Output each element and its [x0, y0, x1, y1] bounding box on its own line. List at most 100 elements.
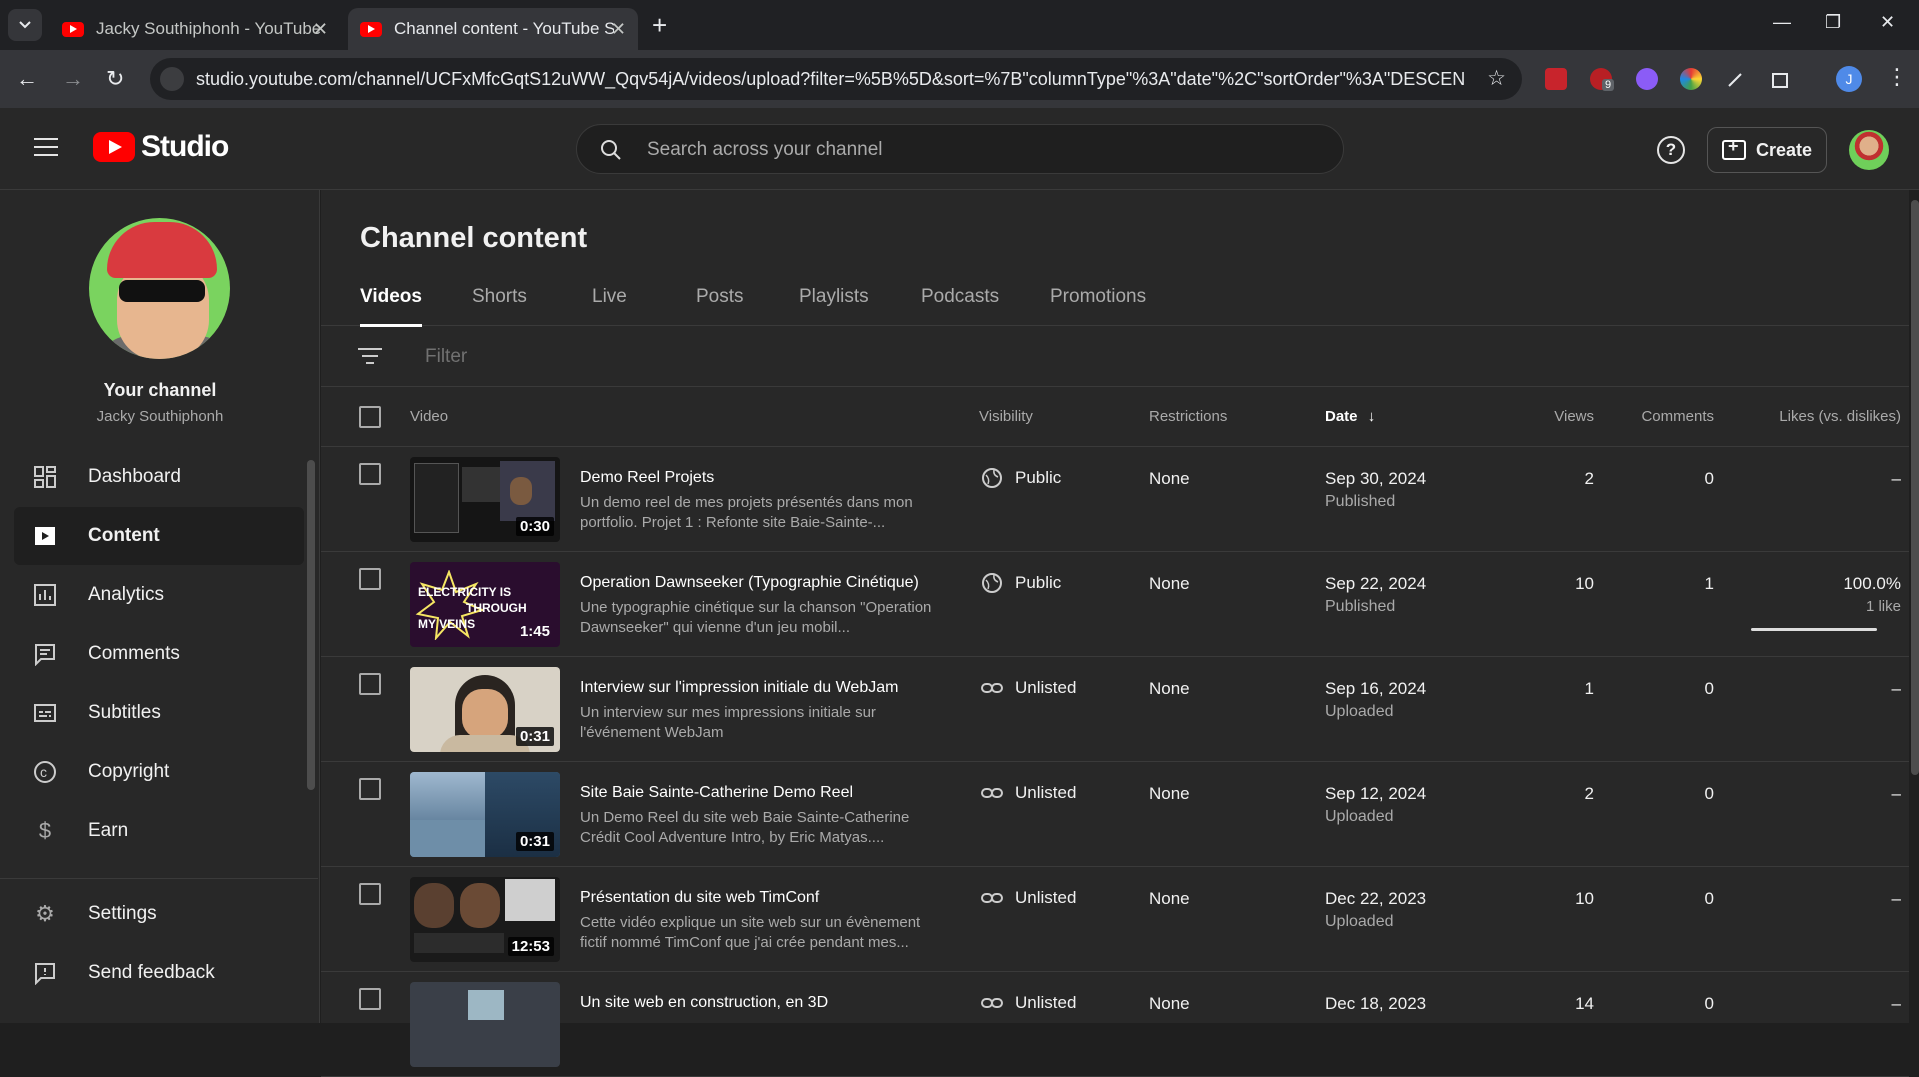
tab-title: Jacky Southiphonh - YouTube [96, 19, 322, 38]
channel-avatar[interactable] [89, 218, 230, 359]
tab-posts[interactable]: Posts [696, 286, 744, 308]
search-bar[interactable] [576, 124, 1344, 174]
status-cell: Published [1325, 493, 1396, 510]
minimize-button[interactable]: — [1773, 12, 1791, 33]
sidebar-item-subtitles[interactable]: Subtitles [14, 684, 304, 742]
extension-icon[interactable]: 9 [1590, 68, 1615, 91]
sidebar-scrollbar[interactable] [307, 460, 315, 790]
video-title[interactable]: Un site web en construction, en 3D [580, 994, 828, 1012]
column-likes[interactable]: Likes (vs. dislikes) [1741, 408, 1901, 425]
video-thumbnail[interactable]: 12:53 [410, 877, 560, 962]
video-thumbnail[interactable]: 0:30 [410, 457, 560, 542]
video-thumbnail[interactable]: 0:31 [410, 667, 560, 752]
sidebar-item-analytics[interactable]: Analytics [14, 566, 304, 624]
url-text[interactable]: studio.youtube.com/channel/UCFxMfcGqtS12… [196, 69, 1466, 90]
sidebar-item-comments[interactable]: Comments [14, 625, 304, 683]
sidebar-item-dashboard[interactable]: Dashboard [14, 448, 304, 506]
row-checkbox[interactable] [359, 778, 381, 800]
tab-search-button[interactable] [8, 9, 42, 41]
account-avatar[interactable] [1849, 130, 1889, 170]
filter-input[interactable]: Filter [425, 346, 467, 368]
video-title[interactable]: Site Baie Sainte-Catherine Demo Reel [580, 784, 853, 802]
visibility-cell[interactable]: Public [981, 572, 1061, 594]
filter-icon[interactable] [358, 348, 382, 369]
tab-playlists[interactable]: Playlists [799, 286, 869, 308]
visibility-cell[interactable]: Public [981, 467, 1061, 489]
tab-promotions[interactable]: Promotions [1050, 286, 1146, 308]
column-visibility[interactable]: Visibility [979, 408, 1033, 425]
row-checkbox[interactable] [359, 463, 381, 485]
extension-icon[interactable] [1545, 68, 1567, 90]
video-title[interactable]: Demo Reel Projets [580, 469, 714, 487]
sidebar-item-copyright[interactable]: c Copyright [14, 743, 304, 801]
row-checkbox[interactable] [359, 988, 381, 1010]
sidebar-item-send-feedback[interactable]: Send feedback [14, 944, 304, 1002]
restore-button[interactable]: ❐ [1825, 12, 1841, 33]
video-title[interactable]: Interview sur l'impression initiale du W… [580, 679, 898, 697]
sidebar-item-content[interactable]: Content [14, 507, 304, 565]
filter-bar[interactable]: Filter [321, 326, 1909, 387]
visibility-cell[interactable]: Unlisted [981, 887, 1076, 909]
tab-podcasts[interactable]: Podcasts [921, 286, 999, 308]
browser-tab-studio[interactable]: Channel content - YouTube Stu ✕ [348, 8, 638, 50]
main-scrollbar[interactable] [1911, 200, 1919, 775]
video-thumbnail[interactable] [410, 982, 560, 1067]
address-bar[interactable]: studio.youtube.com/channel/UCFxMfcGqtS12… [150, 58, 1522, 100]
table-row[interactable]: Un site web en construction, en 3D Unlis… [321, 972, 1909, 1077]
likes-cell: 100.0% [1843, 574, 1901, 593]
new-tab-button[interactable]: + [652, 10, 667, 41]
likes-cell: – [1891, 469, 1901, 488]
row-checkbox[interactable] [359, 673, 381, 695]
column-restrictions[interactable]: Restrictions [1149, 408, 1227, 425]
forward-button[interactable]: → [62, 66, 84, 92]
reload-button[interactable]: ↻ [106, 66, 124, 92]
site-info-icon[interactable] [160, 67, 184, 91]
sidebar-item-settings[interactable]: ⚙ Settings [14, 885, 304, 943]
column-date[interactable]: Date ↓ [1325, 408, 1375, 425]
hamburger-menu-icon[interactable] [34, 138, 58, 156]
extensions-puzzle-icon[interactable] [1770, 68, 1792, 90]
eyedropper-icon[interactable] [1725, 68, 1747, 90]
help-icon[interactable]: ? [1657, 136, 1685, 164]
table-row[interactable]: ELECTRICITY IS THROUGH MY VEINS 1:45 Ope… [321, 552, 1909, 657]
video-title[interactable]: Operation Dawnseeker (Typographie Cinéti… [580, 574, 919, 592]
tab-shorts[interactable]: Shorts [472, 286, 527, 308]
select-all-checkbox[interactable] [359, 406, 381, 428]
column-comments[interactable]: Comments [1624, 408, 1714, 425]
browser-menu-icon[interactable]: ⋮ [1886, 64, 1908, 90]
close-window-button[interactable]: ✕ [1880, 12, 1895, 33]
create-button[interactable]: Create [1707, 127, 1827, 173]
search-input[interactable] [647, 135, 1307, 165]
table-row[interactable]: 0:31 Interview sur l'impression initiale… [321, 657, 1909, 762]
table-row[interactable]: 0:31 Site Baie Sainte-Catherine Demo Ree… [321, 762, 1909, 867]
create-video-icon [1722, 136, 1746, 160]
close-tab-icon[interactable]: ✕ [313, 19, 328, 40]
video-thumbnail[interactable]: 0:31 [410, 772, 560, 857]
back-button[interactable]: ← [16, 66, 38, 92]
video-title[interactable]: Présentation du site web TimConf [580, 889, 819, 907]
views-cell: 14 [1575, 994, 1594, 1013]
copyright-icon: c [31, 758, 59, 786]
browser-profile-avatar[interactable]: J [1836, 66, 1862, 92]
visibility-cell[interactable]: Unlisted [981, 992, 1076, 1014]
likes-cell: – [1891, 784, 1901, 803]
table-row[interactable]: 0:30 Demo Reel Projets Un demo reel de m… [321, 447, 1909, 552]
tab-videos[interactable]: Videos [360, 286, 422, 327]
visibility-cell[interactable]: Unlisted [981, 677, 1076, 699]
extension-icon[interactable] [1680, 68, 1702, 90]
extension-icon[interactable] [1636, 68, 1658, 90]
visibility-cell[interactable]: Unlisted [981, 782, 1076, 804]
bookmark-star-icon[interactable]: ☆ [1487, 66, 1506, 91]
column-views[interactable]: Views [1534, 408, 1594, 425]
studio-logo[interactable]: Studio [93, 130, 229, 164]
browser-tab-youtube[interactable]: Jacky Southiphonh - YouTube ✕ [50, 8, 340, 50]
like-ratio-bar [1751, 628, 1877, 631]
row-checkbox[interactable] [359, 568, 381, 590]
tab-live[interactable]: Live [592, 286, 627, 308]
row-checkbox[interactable] [359, 883, 381, 905]
globe-icon [982, 468, 1002, 488]
table-row[interactable]: 12:53 Présentation du site web TimConf C… [321, 867, 1909, 972]
close-tab-icon[interactable]: ✕ [611, 19, 626, 40]
sidebar-item-earn[interactable]: $ Earn [14, 802, 304, 860]
video-thumbnail[interactable]: ELECTRICITY IS THROUGH MY VEINS 1:45 [410, 562, 560, 647]
